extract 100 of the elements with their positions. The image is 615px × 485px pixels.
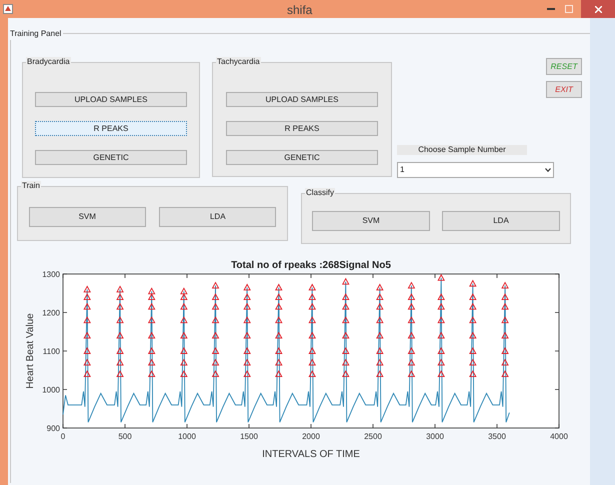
peak-marker xyxy=(469,332,477,339)
peak-marker xyxy=(308,302,316,310)
close-button[interactable] xyxy=(581,0,615,18)
peak-marker xyxy=(437,358,445,366)
group-title: Train xyxy=(21,181,41,191)
group-title: Bradycardia xyxy=(26,57,71,67)
peak-marker xyxy=(243,284,251,290)
peak-marker xyxy=(180,358,188,366)
peak-marker xyxy=(243,358,251,366)
peak-marker xyxy=(243,347,251,354)
action-button[interactable]: SVM xyxy=(312,210,430,230)
peak-marker xyxy=(408,293,416,300)
group-title: Classify xyxy=(305,188,336,198)
peak-marker xyxy=(148,332,156,339)
peak-marker xyxy=(275,370,283,378)
peak-marker xyxy=(376,316,384,324)
tick-label: 1100 xyxy=(42,347,60,356)
peak-marker xyxy=(212,282,220,288)
dropdown-value: 1 xyxy=(400,164,404,176)
tick-label: 4000 xyxy=(550,432,568,441)
peak-marker xyxy=(376,332,384,339)
exit-button[interactable]: EXIT xyxy=(546,81,582,98)
peak-marker xyxy=(408,332,416,339)
peak-marker xyxy=(83,332,91,339)
peak-marker xyxy=(437,332,445,339)
app-icon[interactable] xyxy=(3,4,13,14)
peak-marker xyxy=(376,347,384,354)
peak-marker xyxy=(180,347,188,354)
peak-marker xyxy=(116,316,124,324)
peak-marker xyxy=(501,358,509,366)
peak-marker xyxy=(308,316,316,324)
peak-marker xyxy=(308,370,316,378)
peak-marker xyxy=(501,302,509,310)
chevron-icon xyxy=(545,168,551,172)
action-button[interactable]: R PEAKS xyxy=(226,121,378,136)
peak-marker xyxy=(342,302,350,310)
peak-marker xyxy=(83,347,91,354)
sample-dropdown[interactable]: 1 xyxy=(397,162,554,178)
peak-marker xyxy=(376,293,384,300)
action-button[interactable]: LDA xyxy=(159,206,276,226)
action-button[interactable]: UPLOAD SAMPLES xyxy=(226,92,378,107)
action-button[interactable]: GENETIC xyxy=(226,150,378,165)
peak-marker xyxy=(408,302,416,310)
peak-marker xyxy=(342,278,350,285)
peak-marker xyxy=(408,347,416,354)
action-button[interactable]: LDA xyxy=(442,210,560,230)
group-title: Tachycardia xyxy=(216,57,261,67)
peak-marker xyxy=(469,358,477,366)
peak-marker xyxy=(83,316,91,324)
peak-marker xyxy=(437,370,445,378)
peak-marker xyxy=(116,370,124,378)
peak-marker xyxy=(501,347,509,354)
peak-marker xyxy=(342,358,350,366)
peak-marker xyxy=(376,284,384,290)
peak-marker xyxy=(212,293,220,300)
peak-marker xyxy=(408,316,416,324)
peak-marker xyxy=(275,332,283,339)
peak-marker xyxy=(342,293,350,300)
tick-label: 2500 xyxy=(364,432,382,441)
close-icon xyxy=(594,6,602,12)
peak-marker xyxy=(275,293,283,300)
peak-marker xyxy=(148,316,156,324)
peak-marker xyxy=(437,347,445,354)
peak-marker xyxy=(243,293,251,300)
tick-label: 1000 xyxy=(178,432,196,441)
peak-marker xyxy=(116,302,124,310)
peak-marker xyxy=(243,332,251,339)
peak-marker xyxy=(342,370,350,378)
tick-label: 1000 xyxy=(42,386,60,394)
peak-marker xyxy=(180,302,188,310)
peak-marker xyxy=(501,282,509,288)
peak-marker xyxy=(469,280,477,287)
peak-marker xyxy=(212,332,220,339)
minimize-icon[interactable] xyxy=(547,8,555,10)
tick-label: 900 xyxy=(46,424,60,433)
peak-marker xyxy=(212,316,220,324)
peak-marker xyxy=(437,302,445,310)
peak-marker xyxy=(501,293,509,300)
peak-marker xyxy=(308,347,316,354)
action-button[interactable]: R PEAKS xyxy=(35,121,187,136)
peak-marker xyxy=(116,358,124,366)
panel-title: Training Panel xyxy=(10,28,64,40)
axis-label: Heart Beat Value xyxy=(25,313,36,389)
peak-marker xyxy=(212,370,220,378)
tick-label: 1200 xyxy=(42,308,60,318)
peak-marker xyxy=(342,316,350,324)
peak-marker xyxy=(243,370,251,378)
peak-marker xyxy=(501,370,509,378)
action-button[interactable]: GENETIC xyxy=(35,150,187,165)
peak-marker xyxy=(275,284,283,290)
tick-label: 1300 xyxy=(42,270,60,279)
sample-label: Choose Sample Number xyxy=(397,145,527,155)
peak-marker xyxy=(148,358,156,366)
peak-marker xyxy=(308,332,316,339)
action-button[interactable]: SVM xyxy=(28,206,146,226)
peak-marker xyxy=(308,293,316,300)
action-button[interactable]: UPLOAD SAMPLES xyxy=(35,92,187,107)
peak-marker xyxy=(376,370,384,378)
peak-marker xyxy=(469,370,477,378)
tick-label: 1500 xyxy=(240,432,258,441)
